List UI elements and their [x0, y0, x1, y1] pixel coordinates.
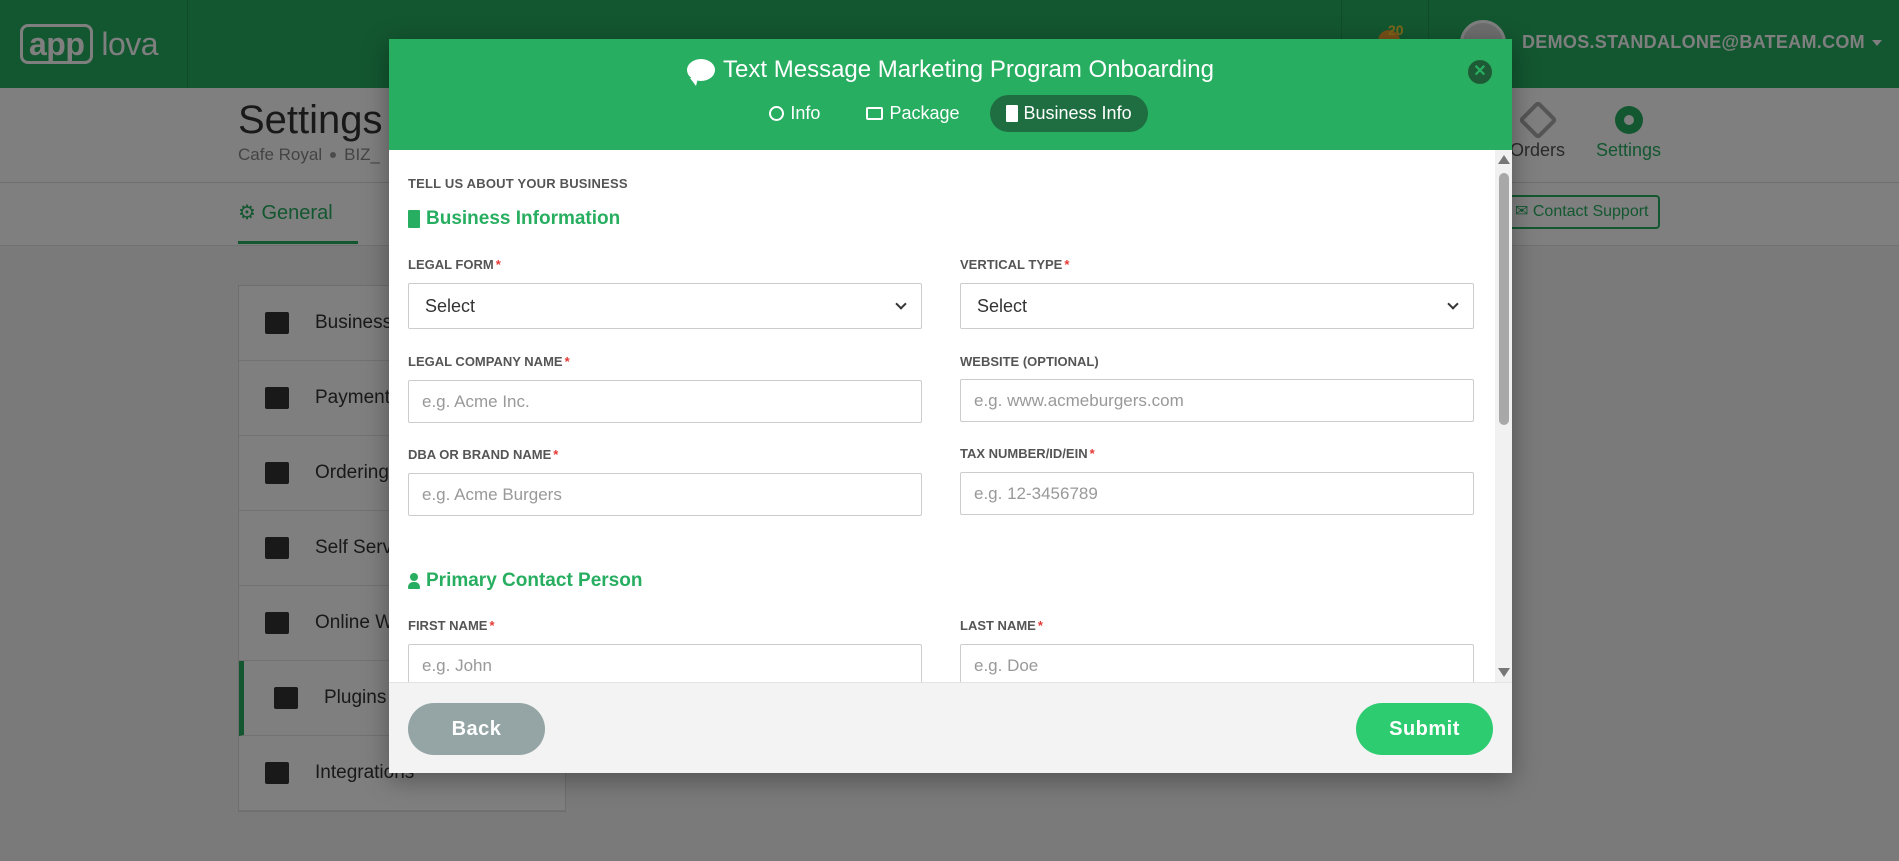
back-button[interactable]: Back — [408, 703, 545, 755]
modal-title-text: Text Message Marketing Program Onboardin… — [723, 56, 1214, 83]
vertical-type-label: VERTICAL TYPE * — [960, 257, 1069, 272]
comments-icon — [687, 59, 716, 86]
modal-title: Text Message Marketing Program Onboardin… — [389, 56, 1512, 86]
last-name-label-text: LAST NAME — [960, 618, 1036, 633]
scroll-up-arrow-icon[interactable] — [1498, 155, 1510, 164]
info-icon — [769, 106, 785, 121]
scroll-down-arrow-icon[interactable] — [1498, 668, 1510, 677]
website-label-text: WEBSITE (OPTIONAL) — [960, 354, 1099, 369]
required-marker: * — [489, 618, 495, 633]
tab-info[interactable]: Info — [753, 95, 836, 132]
required-marker: * — [553, 447, 559, 462]
legal-company-name-label: LEGAL COMPANY NAME * — [408, 354, 570, 369]
required-marker: * — [1089, 446, 1095, 461]
chevron-down-icon — [1447, 298, 1459, 310]
primary-contact-heading: Primary Contact Person — [408, 570, 642, 592]
tab-package[interactable]: Package — [850, 95, 975, 132]
first-name-input[interactable] — [408, 644, 922, 682]
modal-scrollbar[interactable] — [1495, 150, 1512, 682]
website-label: WEBSITE (OPTIONAL) — [960, 354, 1099, 369]
tax-number-label: TAX NUMBER/ID/EIN * — [960, 446, 1095, 461]
dba-brand-name-input[interactable] — [408, 473, 922, 516]
legal-form-label-text: LEGAL FORM — [408, 257, 494, 272]
user-icon — [408, 573, 420, 589]
modal-footer: Back Submit — [389, 682, 1512, 773]
tab-package-label: Package — [889, 103, 960, 123]
close-icon[interactable]: ✕ — [1468, 60, 1492, 84]
onboarding-modal: Text Message Marketing Program Onboardin… — [389, 39, 1512, 773]
first-name-label: FIRST NAME * — [408, 618, 495, 633]
last-name-label: LAST NAME * — [960, 618, 1043, 633]
tab-business-info-label: Business Info — [1023, 103, 1132, 123]
required-marker: * — [564, 354, 570, 369]
legal-company-name-label-text: LEGAL COMPANY NAME — [408, 354, 563, 369]
primary-contact-heading-text: Primary Contact Person — [426, 570, 643, 591]
business-information-heading-text: Business Information — [426, 208, 621, 229]
tax-number-label-text: TAX NUMBER/ID/EIN — [960, 446, 1088, 461]
required-marker: * — [1064, 257, 1070, 272]
business-information-heading: Business Information — [408, 208, 620, 230]
modal-body[interactable]: TELL US ABOUT YOUR BUSINESS Business Inf… — [389, 150, 1512, 682]
required-marker: * — [1037, 618, 1043, 633]
legal-form-label: LEGAL FORM * — [408, 257, 501, 272]
required-marker: * — [495, 257, 501, 272]
modal-tabs: Info Package Business Info — [389, 95, 1512, 132]
list-icon — [866, 107, 884, 120]
tab-business-info[interactable]: Business Info — [989, 95, 1148, 132]
vertical-type-label-text: VERTICAL TYPE — [960, 257, 1063, 272]
dba-brand-name-label: DBA OR BRAND NAME * — [408, 447, 558, 462]
legal-company-name-input[interactable] — [408, 380, 922, 423]
tab-info-label: Info — [790, 103, 821, 123]
last-name-input[interactable] — [960, 644, 1474, 682]
building-icon — [408, 210, 420, 228]
website-input[interactable] — [960, 379, 1474, 422]
building-icon — [1005, 105, 1018, 122]
submit-button[interactable]: Submit — [1356, 703, 1493, 755]
modal-header: Text Message Marketing Program Onboardin… — [389, 39, 1512, 150]
chevron-down-icon — [895, 298, 907, 310]
legal-form-value: Select — [425, 295, 476, 316]
legal-form-select[interactable]: Select — [408, 283, 922, 329]
vertical-type-select[interactable]: Select — [960, 283, 1474, 329]
dba-brand-name-label-text: DBA OR BRAND NAME — [408, 447, 552, 462]
scrollbar-thumb[interactable] — [1499, 173, 1509, 425]
section-intro: TELL US ABOUT YOUR BUSINESS — [408, 176, 628, 191]
first-name-label-text: FIRST NAME — [408, 618, 488, 633]
tax-number-input[interactable] — [960, 472, 1474, 515]
vertical-type-value: Select — [977, 295, 1028, 316]
